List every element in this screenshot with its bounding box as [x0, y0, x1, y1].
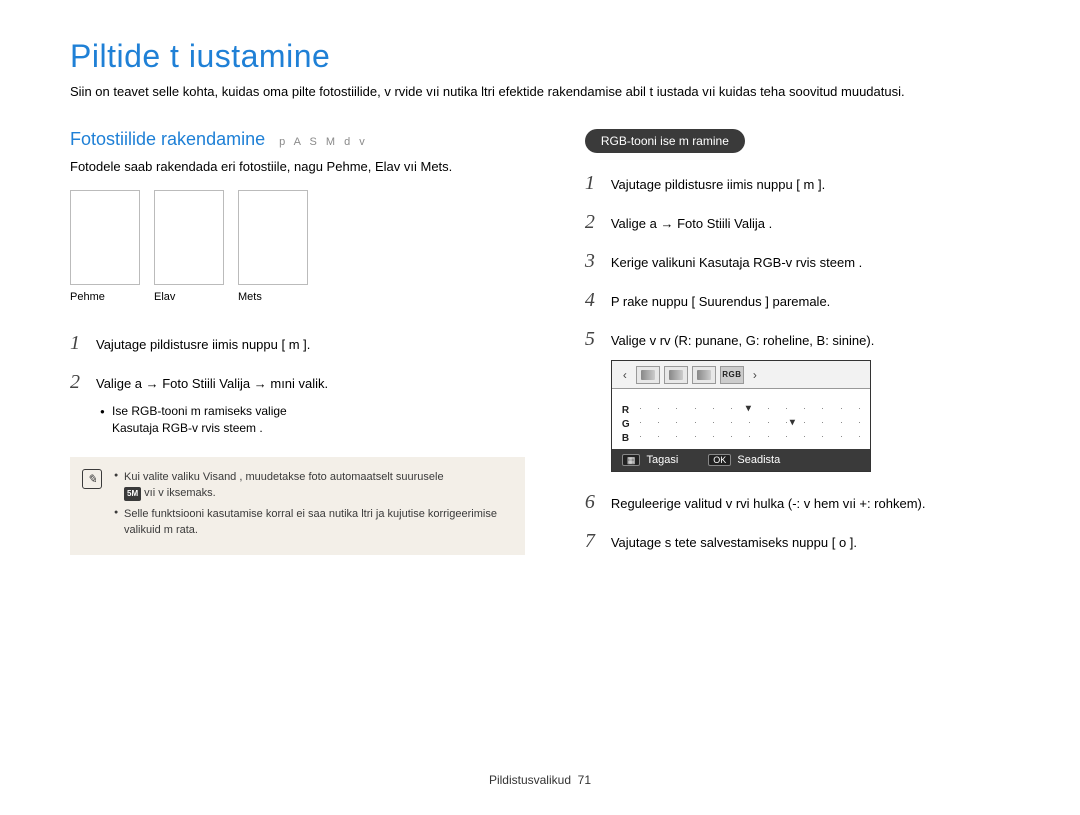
- note-item-2: Selle funktsiooni kasutamise korral ei s…: [114, 506, 511, 539]
- note-box: ✎ Kui valite valiku Visand , muudetakse …: [70, 457, 525, 555]
- right-step-1: Vajutage pildistusre iimis nuppu [ m ].: [611, 176, 1010, 195]
- right-step-3: Kerige valikuni Kasutaja RGB-v rvis stee…: [611, 254, 1010, 273]
- step-number: 1: [70, 329, 86, 358]
- right-step-5: Valige v rv (R: punane, G: roheline, B: …: [611, 332, 1010, 351]
- channel-b-label: B: [622, 433, 634, 444]
- step-number: 2: [70, 368, 86, 397]
- substep-line: Ise RGB-tooni m ramiseks valige Kasutaja…: [100, 403, 525, 437]
- preset-tab: [692, 366, 716, 384]
- thumb-pehme: [70, 190, 140, 285]
- mode-indicator: p A S M d v: [279, 136, 368, 148]
- left-step-1: Vajutage pildistusre iimis nuppu [ m ].: [96, 336, 525, 355]
- back-label: Tagasi: [646, 454, 678, 466]
- preset-tab-rgb: RGB: [720, 366, 744, 384]
- right-column: RGB-tooni ise m ramine 1 Vajutage pildist…: [585, 129, 1010, 556]
- step-number: 5: [585, 325, 601, 354]
- intro-text: Siin on teavet selle kohta, kuidas oma p…: [70, 83, 1010, 101]
- channel-g-label: G: [622, 419, 634, 430]
- thumb-label-mets: Mets: [238, 291, 308, 303]
- section-description: Fotodele saab rakendada eri fotostiile, …: [70, 158, 525, 176]
- preset-tab: [636, 366, 660, 384]
- rgb-screenshot: ‹ RGB › R ▾ G: [611, 360, 871, 472]
- style-thumbnails: [70, 190, 525, 285]
- thumb-label-pehme: Pehme: [70, 291, 140, 303]
- slider-g: ▾: [640, 423, 860, 425]
- slider-marker-icon: ▾: [790, 417, 798, 425]
- channel-r-label: R: [622, 405, 634, 416]
- ok-label: Seadista: [737, 454, 780, 466]
- right-step-4: P rake nuppu [ Suurendus ] paremale.: [611, 293, 1010, 312]
- step-number: 2: [585, 208, 601, 237]
- size-badge: 5M: [124, 487, 141, 501]
- step-number: 4: [585, 286, 601, 315]
- step-number: 1: [585, 169, 601, 198]
- page-title: Piltide t iustamine: [70, 38, 1010, 75]
- note-item-1: Kui valite valiku Visand , muudetakse fo…: [114, 469, 511, 502]
- ok-key-icon: OK: [708, 454, 731, 466]
- tab-next-icon: ›: [748, 366, 762, 384]
- thumb-label-elav: Elav: [154, 291, 224, 303]
- slider-marker-icon: ▾: [746, 403, 754, 411]
- left-column: Fotostiilide rakendamine p A S M d v Fot…: [70, 129, 525, 556]
- rgb-pill-heading: RGB-tooni ise m ramine: [585, 129, 745, 153]
- tab-prev-icon: ‹: [618, 366, 632, 384]
- slider-b: [640, 437, 860, 439]
- step-number: 7: [585, 527, 601, 556]
- right-step-7: Vajutage s tete salvestamiseks nuppu [ o…: [611, 534, 1010, 553]
- thumb-elav: [154, 190, 224, 285]
- right-step-2: Valige a → Foto Stiili Valija .: [611, 215, 1010, 234]
- thumb-mets: [238, 190, 308, 285]
- page-footer: Pildistusvalikud 71: [0, 773, 1080, 787]
- note-icon: ✎: [82, 469, 102, 489]
- step-number: 6: [585, 488, 601, 517]
- step-number: 3: [585, 247, 601, 276]
- back-key-icon: ▦: [622, 454, 641, 466]
- slider-r: ▾: [640, 409, 860, 411]
- left-step-2: Valige a → Foto Stiili Valija → mıni val…: [96, 375, 525, 394]
- right-step-6: Reguleerige valitud v rvi hulka (-: v he…: [611, 495, 1010, 514]
- preset-tab: [664, 366, 688, 384]
- section-title-photostyles: Fotostiilide rakendamine: [70, 129, 265, 150]
